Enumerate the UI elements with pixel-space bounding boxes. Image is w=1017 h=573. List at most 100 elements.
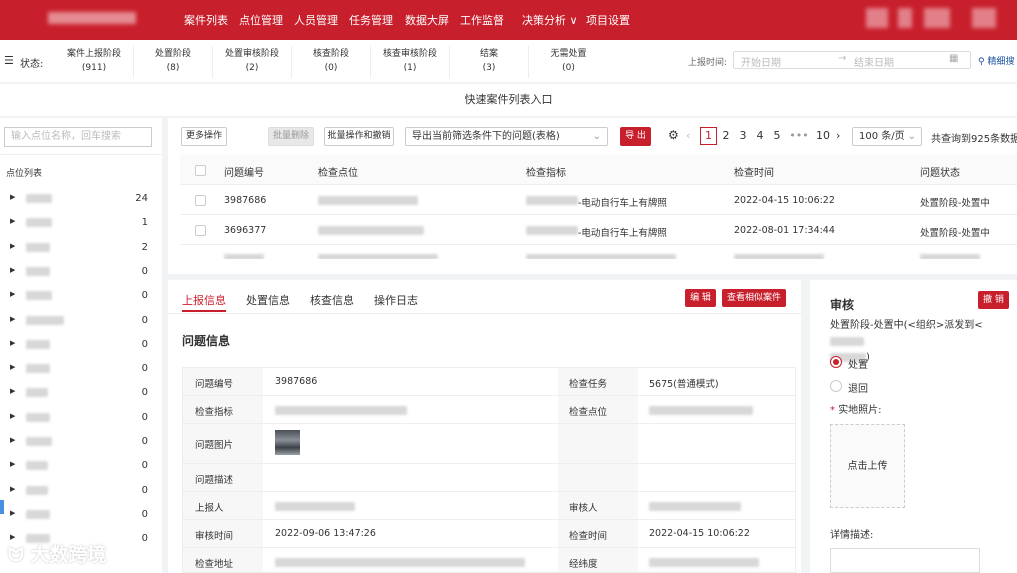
point-list-item[interactable]: ▶ 2 [0,237,162,261]
point-list-item[interactable]: ▶ 0 [0,358,162,382]
similar-cases-button[interactable]: 查看相似案件 [722,289,786,307]
row-status [920,254,980,259]
problem-image-thumbnail[interactable] [275,430,300,455]
stage-filter[interactable]: 处置审核阶段 (2) [213,46,292,78]
stage-filter[interactable]: 核查审核阶段 (1) [371,46,450,78]
sidebar-toggle-icon[interactable] [0,500,4,514]
row-checkbox[interactable] [195,195,206,206]
page-ellipsis[interactable]: ••• [787,129,811,142]
expand-arrow-icon[interactable]: ▶ [10,266,15,274]
nav-point-management[interactable]: 点位管理 [239,12,283,28]
point-count: 0 [141,411,148,423]
page-2[interactable]: 2 [719,129,733,142]
expand-arrow-icon[interactable]: ▶ [10,217,15,225]
radio-handle[interactable] [830,356,842,368]
end-date-input[interactable]: 结束日期 [854,54,894,69]
revoke-button[interactable]: 撤 销 [978,291,1009,309]
stage-filter[interactable]: 结案 (3) [450,46,529,78]
point-list-item[interactable]: ▶ 24 [0,188,162,212]
settings-gear-icon[interactable]: ⚙ [668,128,679,142]
col-header: 问题编号 [224,168,264,179]
expand-arrow-icon[interactable]: ▶ [10,315,15,323]
expand-arrow-icon[interactable]: ▶ [10,436,15,444]
point-list-item[interactable]: ▶ 0 [0,382,162,406]
export-button[interactable]: 导 出 [620,127,651,146]
nav-decision-analysis[interactable]: 决策分析 ∨ [522,12,578,28]
point-name [26,339,50,349]
batch-delete-button[interactable]: 批量删除 [268,127,314,146]
date-range-picker[interactable]: 开始日期 → 结束日期 ▦ [733,51,971,69]
page-5[interactable]: 5 [770,129,784,142]
point-list-item[interactable]: ▶ 0 [0,455,162,479]
tab-report-info[interactable]: 上报信息 [182,292,226,308]
page-4[interactable]: 4 [753,129,767,142]
point-list-item[interactable]: ▶ 0 [0,431,162,455]
stage-filter[interactable]: 核查阶段 (0) [292,46,371,78]
field-label: 检查点位 [569,407,608,418]
tab-operation-log[interactable]: 操作日志 [374,292,418,308]
edit-button[interactable]: 编 辑 [685,289,716,307]
advanced-search-link[interactable]: ⚲ 精细搜 [978,54,1014,67]
stage-filter[interactable]: 案件上报阶段 (911) [55,46,134,78]
expand-arrow-icon[interactable]: ▶ [10,509,15,517]
point-list-item[interactable]: ▶ 0 [0,334,162,358]
radio-return-label[interactable]: 退回 [848,380,868,395]
toolbar-icon[interactable] [866,8,888,28]
tab-handle-info[interactable]: 处置信息 [246,292,290,308]
next-page-icon[interactable]: › [836,129,840,142]
select-all-checkbox[interactable] [195,165,206,176]
expand-arrow-icon[interactable]: ▶ [10,460,15,468]
point-list-item[interactable]: ▶ 0 [0,504,162,528]
nav-staff-management[interactable]: 人员管理 [294,12,338,28]
point-list-item[interactable]: ▶ 0 [0,407,162,431]
expand-arrow-icon[interactable]: ▶ [10,387,15,395]
nav-project-settings[interactable]: 项目设置 [586,12,630,28]
expand-arrow-icon[interactable]: ▶ [10,412,15,420]
upload-photo-area[interactable]: 点击上传 [830,424,905,508]
more-ops-button[interactable]: 更多操作 [181,127,227,146]
table-row[interactable]: 3696377 -电动自行车上有牌照 2022-08-01 17:34:44 处… [180,216,1017,245]
table-row[interactable] [180,251,1017,259]
stage-filter[interactable]: 无需处置 (0) [529,46,608,78]
point-list-item[interactable]: ▶ 0 [0,285,162,309]
table-row[interactable]: 3987686 -电动自行车上有牌照 2022-04-15 10:06:22 处… [180,186,1017,215]
field-label: 问题编号 [195,379,234,390]
stage-filter[interactable]: 处置阶段 (8) [134,46,213,78]
page-3[interactable]: 3 [736,129,750,142]
quick-case-entry[interactable]: 快速案件列表入口 [0,84,1017,116]
start-date-input[interactable]: 开始日期 [741,54,781,69]
prev-page-icon[interactable]: ‹ [686,129,690,142]
radio-return[interactable] [830,380,842,392]
review-state-target [830,336,864,346]
toolbar-icon[interactable] [898,8,912,28]
point-list-item[interactable]: ▶ 0 [0,310,162,334]
row-checkbox[interactable] [195,225,206,236]
expand-arrow-icon[interactable]: ▶ [10,363,15,371]
nav-work-supervision[interactable]: 工作监督 [460,12,504,28]
expand-arrow-icon[interactable]: ▶ [10,242,15,250]
radio-handle-label[interactable]: 处置 [848,356,868,371]
tab-verify-info[interactable]: 核查信息 [310,292,354,308]
batch-revoke-button[interactable]: 批量操作和撤销 [324,127,394,146]
point-list-item[interactable]: ▶ 0 [0,261,162,285]
user-avatar[interactable] [972,8,996,28]
expand-arrow-icon[interactable]: ▶ [10,339,15,347]
page-1[interactable]: 1 [700,127,717,145]
review-panel: 审核 撤 销 处置阶段-处置中(<组织>派发到<) 处置 退回 * 实地照片: … [810,280,1017,573]
export-select[interactable]: 导出当前筛选条件下的问题(表格) ⌄ [405,127,608,146]
page-size-select[interactable]: 100 条/页 ⌄ [852,127,922,146]
expand-arrow-icon[interactable]: ▶ [10,485,15,493]
nav-task-management[interactable]: 任务管理 [349,12,393,28]
detail-desc-input[interactable] [830,548,980,573]
page-10[interactable]: 10 [813,129,833,142]
toolbar-icon[interactable] [924,8,950,28]
point-list-item[interactable]: ▶ 1 [0,212,162,236]
nav-data-screen[interactable]: 数据大屏 [405,12,449,28]
total-count: 共查询到925条数据 [931,134,1017,145]
expand-arrow-icon[interactable]: ▶ [10,193,15,201]
point-search-input[interactable]: 输入点位名称，回车搜索 [4,127,152,147]
nav-case-list[interactable]: 案件列表 [184,12,228,28]
field-address [275,558,525,567]
expand-arrow-icon[interactable]: ▶ [10,290,15,298]
point-list-item[interactable]: ▶ 0 [0,480,162,504]
